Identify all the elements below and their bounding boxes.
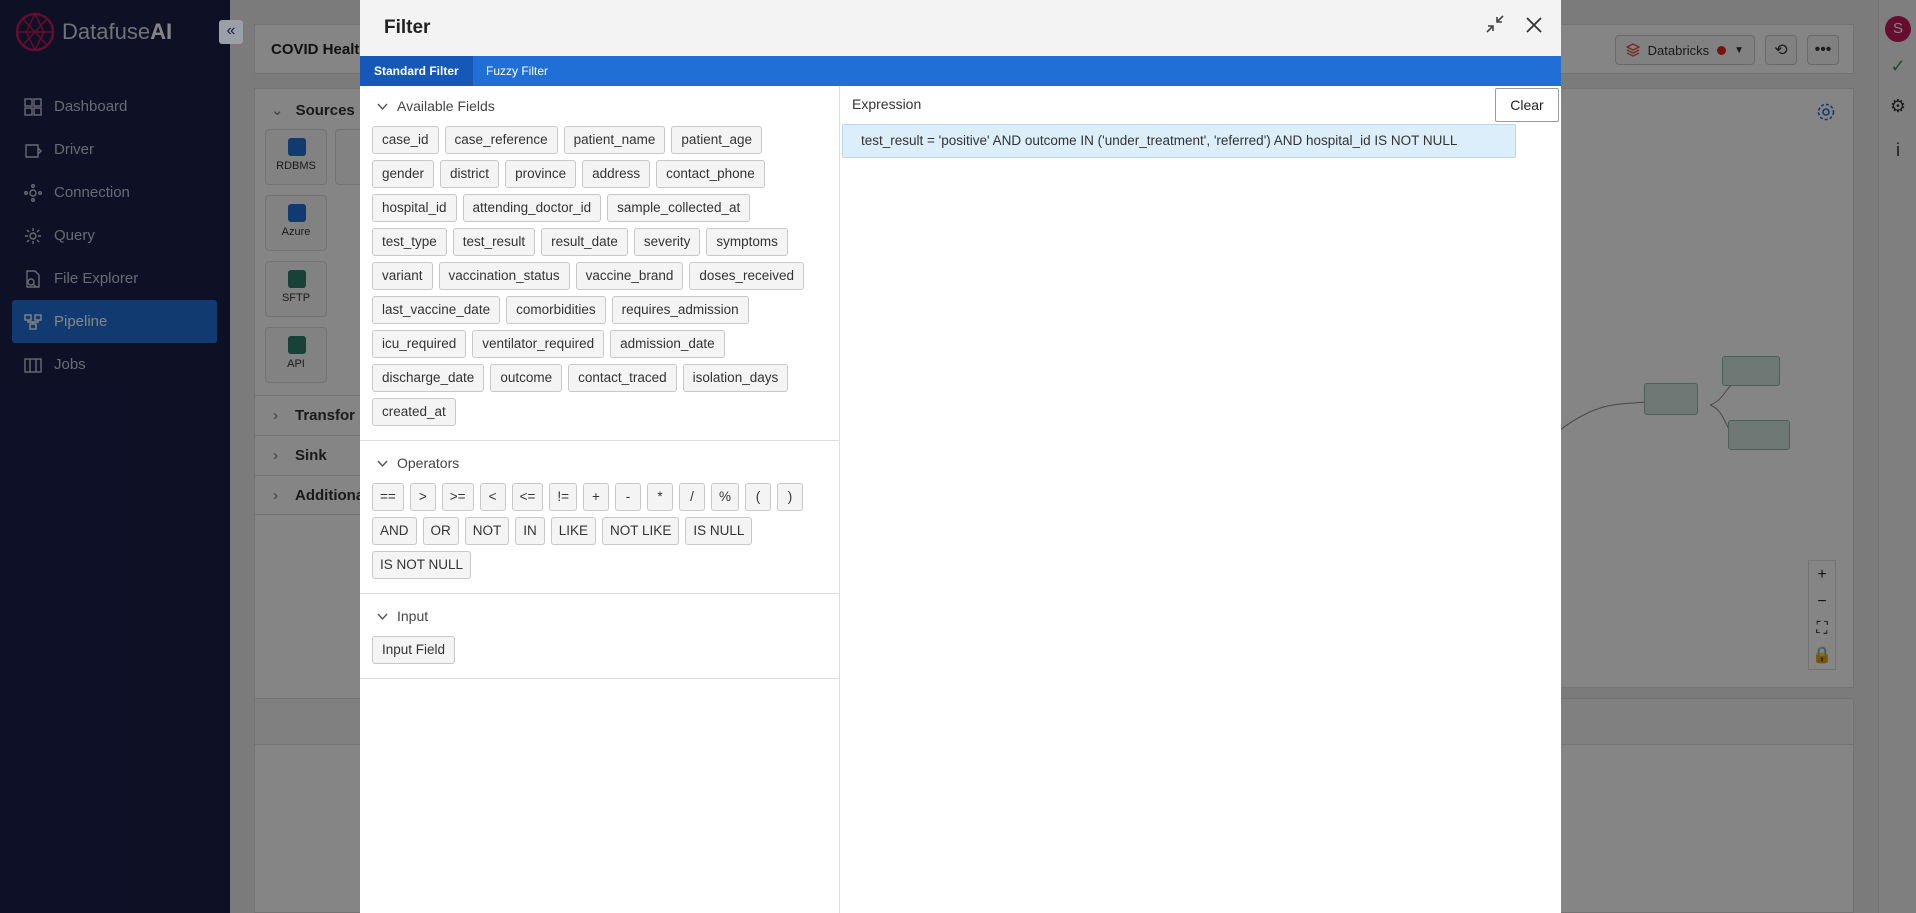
field-chip[interactable]: severity bbox=[633, 228, 701, 256]
operator-chip[interactable]: / bbox=[678, 483, 705, 511]
operators-header[interactable]: Operators bbox=[360, 443, 839, 483]
section-title: Input bbox=[397, 608, 429, 624]
field-chip[interactable]: result_date bbox=[541, 228, 628, 256]
operator-chip[interactable]: == bbox=[372, 483, 404, 511]
operator-chip[interactable]: NOT LIKE bbox=[602, 517, 680, 545]
field-chip[interactable]: patient_age bbox=[671, 126, 762, 154]
operator-chip[interactable]: <= bbox=[511, 483, 544, 511]
field-chip[interactable]: attending_doctor_id bbox=[462, 194, 602, 222]
field-chip[interactable]: vaccine_brand bbox=[575, 262, 684, 290]
field-chip[interactable]: comorbidities bbox=[506, 296, 606, 324]
field-chip[interactable]: hospital_id bbox=[372, 194, 457, 222]
field-chip[interactable]: last_vaccine_date bbox=[372, 296, 501, 324]
chevron-down-icon bbox=[377, 613, 388, 620]
field-chip[interactable]: symptoms bbox=[706, 228, 788, 256]
expression-label: Expression bbox=[852, 96, 922, 112]
field-chip[interactable]: discharge_date bbox=[372, 364, 485, 392]
field-chip[interactable]: contact_traced bbox=[568, 364, 677, 392]
operator-chip[interactable]: < bbox=[479, 483, 506, 511]
field-chip[interactable]: icu_required bbox=[372, 330, 467, 358]
operator-chip[interactable]: * bbox=[646, 483, 673, 511]
operator-chip[interactable]: NOT bbox=[464, 517, 510, 545]
field-chip[interactable]: variant bbox=[372, 262, 433, 290]
operator-chip[interactable]: - bbox=[614, 483, 641, 511]
input-list: Input Field bbox=[360, 636, 839, 679]
field-chip[interactable]: district bbox=[440, 160, 500, 188]
expression-panel: Expression Clear test_result = 'positive… bbox=[840, 86, 1561, 913]
operator-chip[interactable]: AND bbox=[372, 517, 417, 545]
operators-list: == > >= < <= != + - * /%() AND OR NOT IN LIKE NOT LIKE I… bbox=[360, 483, 839, 594]
operator-chip[interactable]: ( bbox=[745, 483, 771, 511]
section-title: Operators bbox=[397, 455, 460, 471]
expression-value[interactable]: test_result = 'positive' AND outcome IN … bbox=[842, 124, 1516, 158]
close-icon[interactable] bbox=[1523, 14, 1545, 36]
filter-tabs: Standard Filter Fuzzy Filter bbox=[360, 56, 1561, 86]
field-chip[interactable]: admission_date bbox=[610, 330, 725, 358]
field-chip[interactable]: gender bbox=[372, 160, 435, 188]
field-chip[interactable]: test_result bbox=[452, 228, 536, 256]
operator-chip[interactable]: LIKE bbox=[550, 517, 597, 545]
field-chip[interactable]: sample_collected_at bbox=[607, 194, 751, 222]
operator-chip[interactable]: OR bbox=[422, 517, 459, 545]
collapse-sidebar-button[interactable]: « bbox=[219, 20, 243, 44]
operator-chip[interactable]: IS NOT NULL bbox=[372, 551, 472, 579]
operator-chip[interactable]: + bbox=[582, 483, 609, 511]
field-chip[interactable]: case_reference bbox=[444, 126, 558, 154]
input-field-chip[interactable]: Input Field bbox=[372, 636, 456, 664]
input-header[interactable]: Input bbox=[360, 596, 839, 636]
section-title: Available Fields bbox=[397, 98, 495, 114]
operator-chip[interactable]: >= bbox=[441, 483, 474, 511]
filter-dialog: Filter Standard Filter Fuzzy Filter Avai… bbox=[360, 0, 1561, 913]
operator-chip[interactable]: ) bbox=[777, 483, 803, 511]
chevron-down-icon bbox=[377, 103, 388, 110]
dialog-title: Filter bbox=[384, 17, 431, 38]
tab-fuzzy-filter[interactable]: Fuzzy Filter bbox=[472, 56, 562, 86]
available-fields-header[interactable]: Available Fields bbox=[360, 86, 839, 126]
operator-chip[interactable]: IN bbox=[515, 517, 545, 545]
operator-chip[interactable]: > bbox=[409, 483, 436, 511]
minimize-icon[interactable] bbox=[1485, 14, 1505, 34]
field-chip[interactable]: created_at bbox=[372, 398, 456, 426]
field-chip[interactable]: contact_phone bbox=[656, 160, 765, 188]
builder-panel: Available Fields case_id case_reference pa… bbox=[360, 86, 840, 913]
available-fields-list: case_id case_reference patient_name patient… bbox=[360, 126, 839, 441]
operator-chip[interactable]: IS NULL bbox=[685, 517, 753, 545]
field-chip[interactable]: patient_name bbox=[563, 126, 666, 154]
operator-chip[interactable]: % bbox=[710, 483, 739, 511]
field-chip[interactable]: test_type bbox=[372, 228, 447, 256]
chevron-down-icon bbox=[377, 460, 388, 467]
clear-button[interactable]: Clear bbox=[1495, 88, 1559, 122]
field-chip[interactable]: address bbox=[582, 160, 651, 188]
operator-chip[interactable]: != bbox=[549, 483, 577, 511]
field-chip[interactable]: ventilator_required bbox=[472, 330, 605, 358]
field-chip[interactable]: outcome bbox=[490, 364, 563, 392]
field-chip[interactable]: vaccination_status bbox=[438, 262, 570, 290]
dialog-header: Filter bbox=[360, 0, 1561, 56]
field-chip[interactable]: doses_received bbox=[689, 262, 804, 290]
field-chip[interactable]: province bbox=[505, 160, 577, 188]
field-chip[interactable]: isolation_days bbox=[682, 364, 789, 392]
field-chip[interactable]: case_id bbox=[372, 126, 439, 154]
tab-standard-filter[interactable]: Standard Filter bbox=[360, 56, 473, 86]
field-chip[interactable]: requires_admission bbox=[611, 296, 749, 324]
